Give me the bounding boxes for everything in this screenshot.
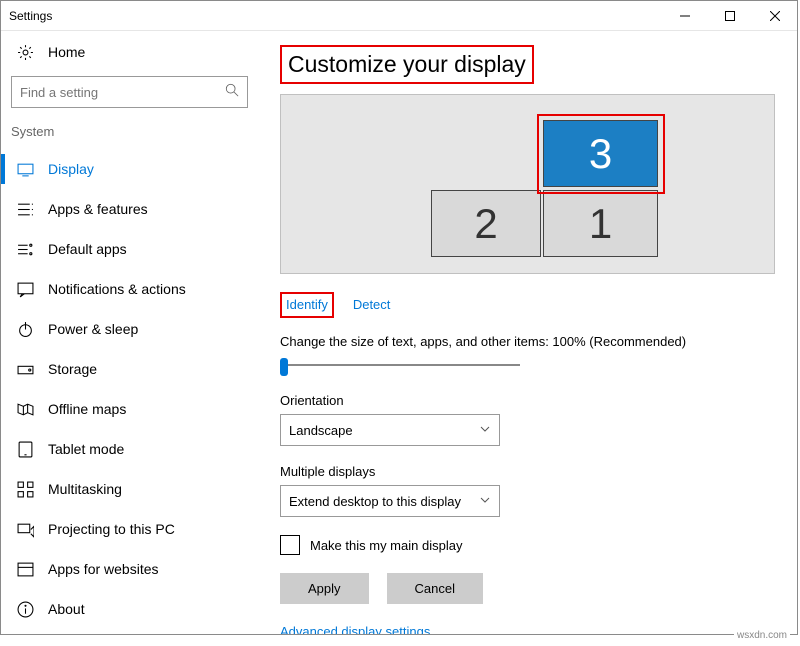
home-button[interactable]: Home [1,31,258,73]
sidebar-item-label: Default apps [48,241,127,257]
chevron-down-icon [479,494,491,509]
sidebar-item-default-apps[interactable]: Default apps [1,229,258,269]
sidebar-item-projecting[interactable]: Projecting to this PC [1,509,258,549]
settings-window: Settings Home System Display [0,0,798,635]
multiple-displays-label: Multiple displays [280,464,775,479]
sidebar-item-apps-features[interactable]: Apps & features [1,189,258,229]
monitor-1[interactable]: 1 [543,190,658,257]
default-apps-icon [17,241,34,258]
gear-icon [17,44,34,61]
maps-icon [17,401,34,418]
page-title: Customize your display [282,47,532,82]
maximize-button[interactable] [707,1,752,30]
orientation-label: Orientation [280,393,775,408]
main-display-checkbox[interactable] [280,535,300,555]
sidebar-item-label: Apps & features [48,201,148,217]
minimize-button[interactable] [662,1,707,30]
advanced-display-settings-link[interactable]: Advanced display settings [280,624,775,634]
multitasking-icon [17,481,34,498]
search-box[interactable] [11,76,248,108]
sidebar-item-power-sleep[interactable]: Power & sleep [1,309,258,349]
window-title: Settings [9,9,52,23]
scale-label: Change the size of text, apps, and other… [280,334,775,349]
tablet-icon [17,441,34,458]
detect-link[interactable]: Detect [353,297,391,312]
search-icon [225,83,239,102]
sidebar-item-storage[interactable]: Storage [1,349,258,389]
multiple-displays-value: Extend desktop to this display [289,494,461,509]
window-controls [662,1,797,30]
power-icon [17,321,34,338]
button-row: Apply Cancel [280,573,775,604]
sidebar-item-label: Offline maps [48,401,126,417]
search-input[interactable] [20,85,225,100]
titlebar: Settings [1,1,797,31]
main-display-checkbox-row[interactable]: Make this my main display [280,535,775,555]
chevron-down-icon [479,423,491,438]
nav-list: Display Apps & features Default apps Not… [1,149,258,629]
sidebar-item-label: Power & sleep [48,321,138,337]
title-highlight: Customize your display [280,45,534,84]
sidebar: Home System Display Apps & features Def [1,31,258,634]
home-label: Home [48,44,85,60]
display-arrangement[interactable]: 2 1 3 [280,94,775,274]
sidebar-item-multitasking[interactable]: Multitasking [1,469,258,509]
sidebar-item-label: Tablet mode [48,441,124,457]
sidebar-item-notifications[interactable]: Notifications & actions [1,269,258,309]
identify-detect-row: Identify Detect [280,292,775,318]
sidebar-item-offline-maps[interactable]: Offline maps [1,389,258,429]
orientation-dropdown[interactable]: Landscape [280,414,500,446]
sidebar-item-label: Notifications & actions [48,281,186,297]
slider-thumb[interactable] [280,358,288,376]
apps-icon [17,201,34,218]
projecting-icon [17,521,34,538]
watermark: wsxdn.com [734,629,790,642]
scale-setting: Change the size of text, apps, and other… [280,334,775,375]
identify-link[interactable]: Identify [286,297,328,312]
scale-slider[interactable] [280,355,520,375]
cancel-button[interactable]: Cancel [387,573,483,604]
sidebar-item-label: Apps for websites [48,561,159,577]
sidebar-item-about[interactable]: About [1,589,258,629]
sidebar-item-label: Projecting to this PC [48,521,175,537]
sidebar-item-display[interactable]: Display [1,149,258,189]
sidebar-item-tablet-mode[interactable]: Tablet mode [1,429,258,469]
apps-websites-icon [17,561,34,578]
apply-button[interactable]: Apply [280,573,369,604]
main-display-checkbox-label: Make this my main display [310,538,462,553]
identify-highlight: Identify [280,292,334,318]
orientation-value: Landscape [289,423,353,438]
category-label: System [1,118,258,149]
close-button[interactable] [752,1,797,30]
sidebar-item-label: Display [48,161,94,177]
monitor-2[interactable]: 2 [431,190,541,257]
storage-icon [17,361,34,378]
slider-track-line [280,364,520,366]
sidebar-item-label: Storage [48,361,97,377]
sidebar-item-apps-websites[interactable]: Apps for websites [1,549,258,589]
display-icon [17,161,34,178]
monitor-highlight [537,114,665,194]
multiple-displays-dropdown[interactable]: Extend desktop to this display [280,485,500,517]
main-panel: Customize your display 2 1 3 Identify De… [258,31,797,634]
sidebar-item-label: Multitasking [48,481,122,497]
about-icon [17,601,34,618]
sidebar-item-label: About [48,601,85,617]
content-area: Home System Display Apps & features Def [1,31,797,634]
notifications-icon [17,281,34,298]
